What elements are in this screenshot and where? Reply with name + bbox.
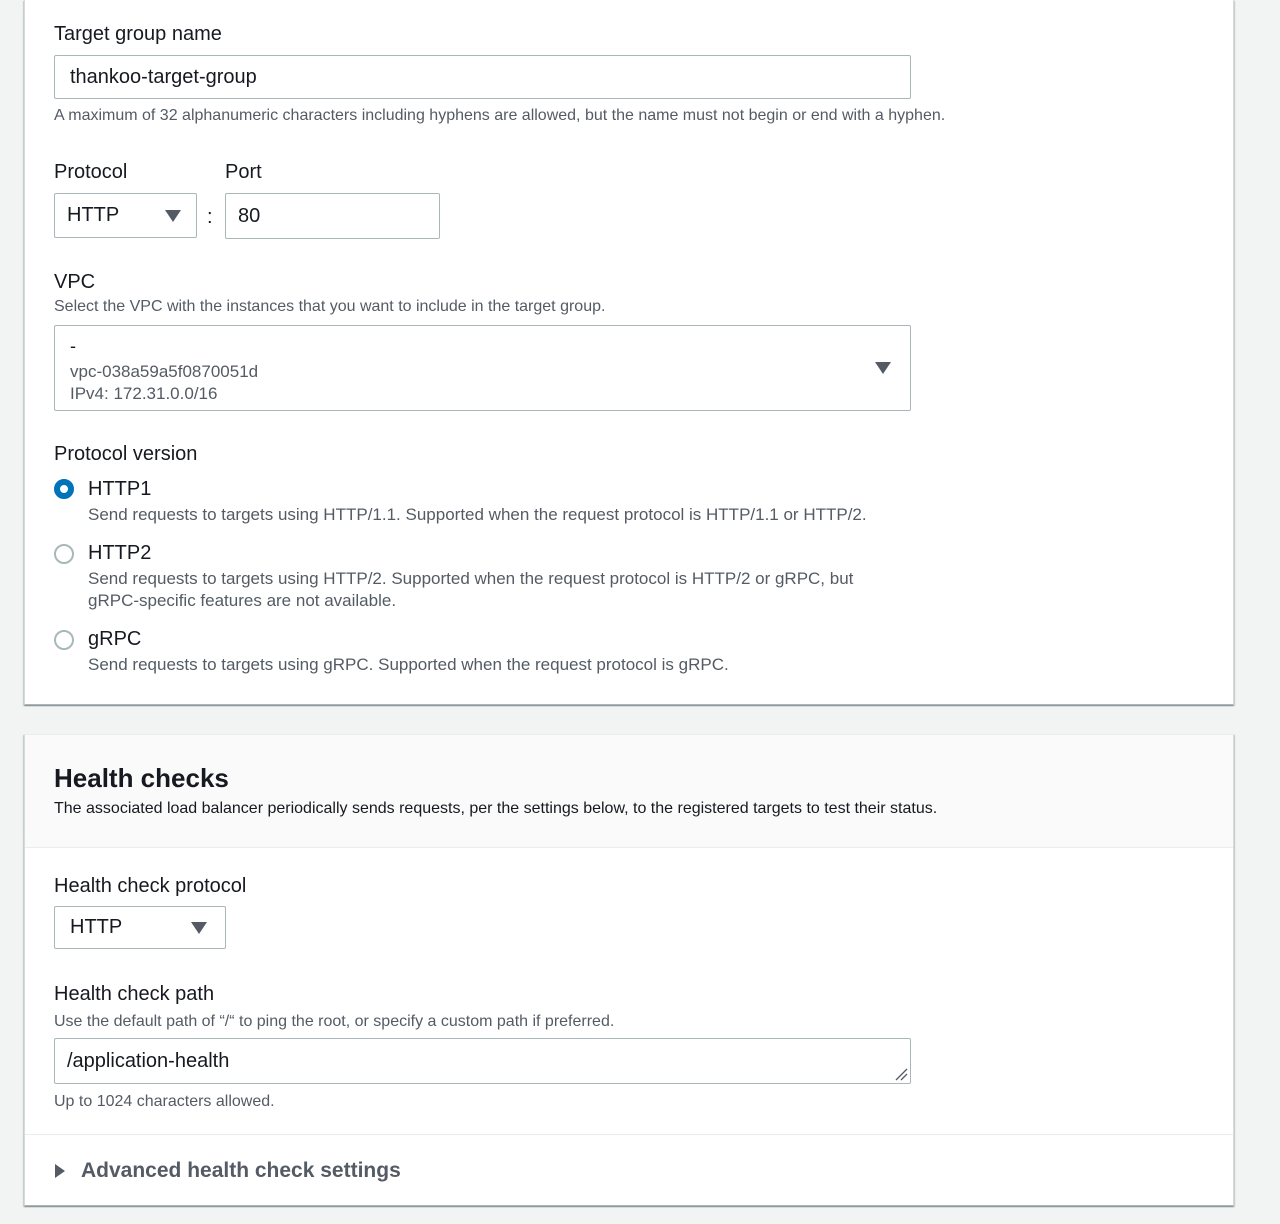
radio-http2-description-line2: gRPC-specific features are not available… (88, 591, 397, 610)
protocol-version-label: Protocol version (54, 443, 198, 465)
advanced-health-check-toggle[interactable]: Advanced health check settings (54, 1157, 454, 1187)
vpc-selected-cidr: IPv4: 172.31.0.0/16 (70, 384, 218, 403)
health-check-protocol-value: HTTP (70, 916, 123, 938)
radio-http2-description: Send requests to targets using HTTP/2. S… (88, 569, 854, 588)
target-group-name-hint: A maximum of 32 alphanumeric characters … (54, 107, 946, 124)
radio-http2[interactable] (54, 544, 74, 564)
vpc-select[interactable]: - vpc-038a59a5f0870051d IPv4: 172.31.0.0… (54, 325, 911, 411)
resize-grip-icon[interactable] (894, 1067, 908, 1081)
protocol-label: Protocol (54, 161, 128, 183)
health-check-path-description: Use the default path of “/“ to ping the … (54, 1013, 615, 1030)
radio-http1-description: Send requests to targets using HTTP/1.1.… (88, 505, 867, 524)
port-input[interactable]: 80 (225, 193, 440, 239)
chevron-down-icon (165, 210, 181, 222)
protocol-port-separator: : (207, 206, 213, 228)
vpc-label: VPC (54, 271, 96, 293)
section-divider (25, 1134, 1233, 1135)
health-checks-panel: Health checks The associated load balanc… (24, 734, 1234, 1206)
health-checks-header: Health checks The associated load balanc… (25, 735, 1233, 848)
target-group-config-panel: Target group name thankoo-target-group A… (24, 0, 1234, 705)
vpc-selected-id: vpc-038a59a5f0870051d (70, 362, 259, 381)
chevron-down-icon (875, 362, 891, 374)
health-check-protocol-label: Health check protocol (54, 875, 247, 897)
health-check-path-input[interactable]: /application-health (54, 1038, 911, 1084)
health-check-path-value: /application-health (67, 1050, 230, 1072)
health-check-path-hint: Up to 1024 characters allowed. (54, 1093, 275, 1110)
health-checks-title: Health checks (54, 763, 229, 793)
radio-grpc-title: gRPC (88, 628, 142, 650)
caret-right-icon (55, 1164, 65, 1178)
target-group-name-label: Target group name (54, 23, 222, 45)
radio-http1-title: HTTP1 (88, 478, 152, 500)
chevron-down-icon (191, 922, 207, 934)
radio-grpc[interactable] (54, 630, 74, 650)
vpc-description: Select the VPC with the instances that y… (54, 298, 606, 315)
target-group-name-input[interactable]: thankoo-target-group (54, 55, 911, 99)
radio-http1[interactable] (54, 479, 74, 499)
health-check-protocol-select[interactable]: HTTP (54, 906, 226, 949)
protocol-select[interactable]: HTTP (54, 193, 197, 238)
radio-http2-title: HTTP2 (88, 542, 152, 564)
advanced-health-check-label: Advanced health check settings (81, 1159, 401, 1182)
protocol-select-value: HTTP (67, 204, 120, 226)
vpc-selected-name: - (70, 336, 76, 356)
health-check-path-label: Health check path (54, 983, 215, 1005)
port-label: Port (225, 161, 262, 183)
radio-grpc-description: Send requests to targets using gRPC. Sup… (88, 655, 729, 674)
health-checks-description: The associated load balancer periodicall… (54, 800, 938, 817)
